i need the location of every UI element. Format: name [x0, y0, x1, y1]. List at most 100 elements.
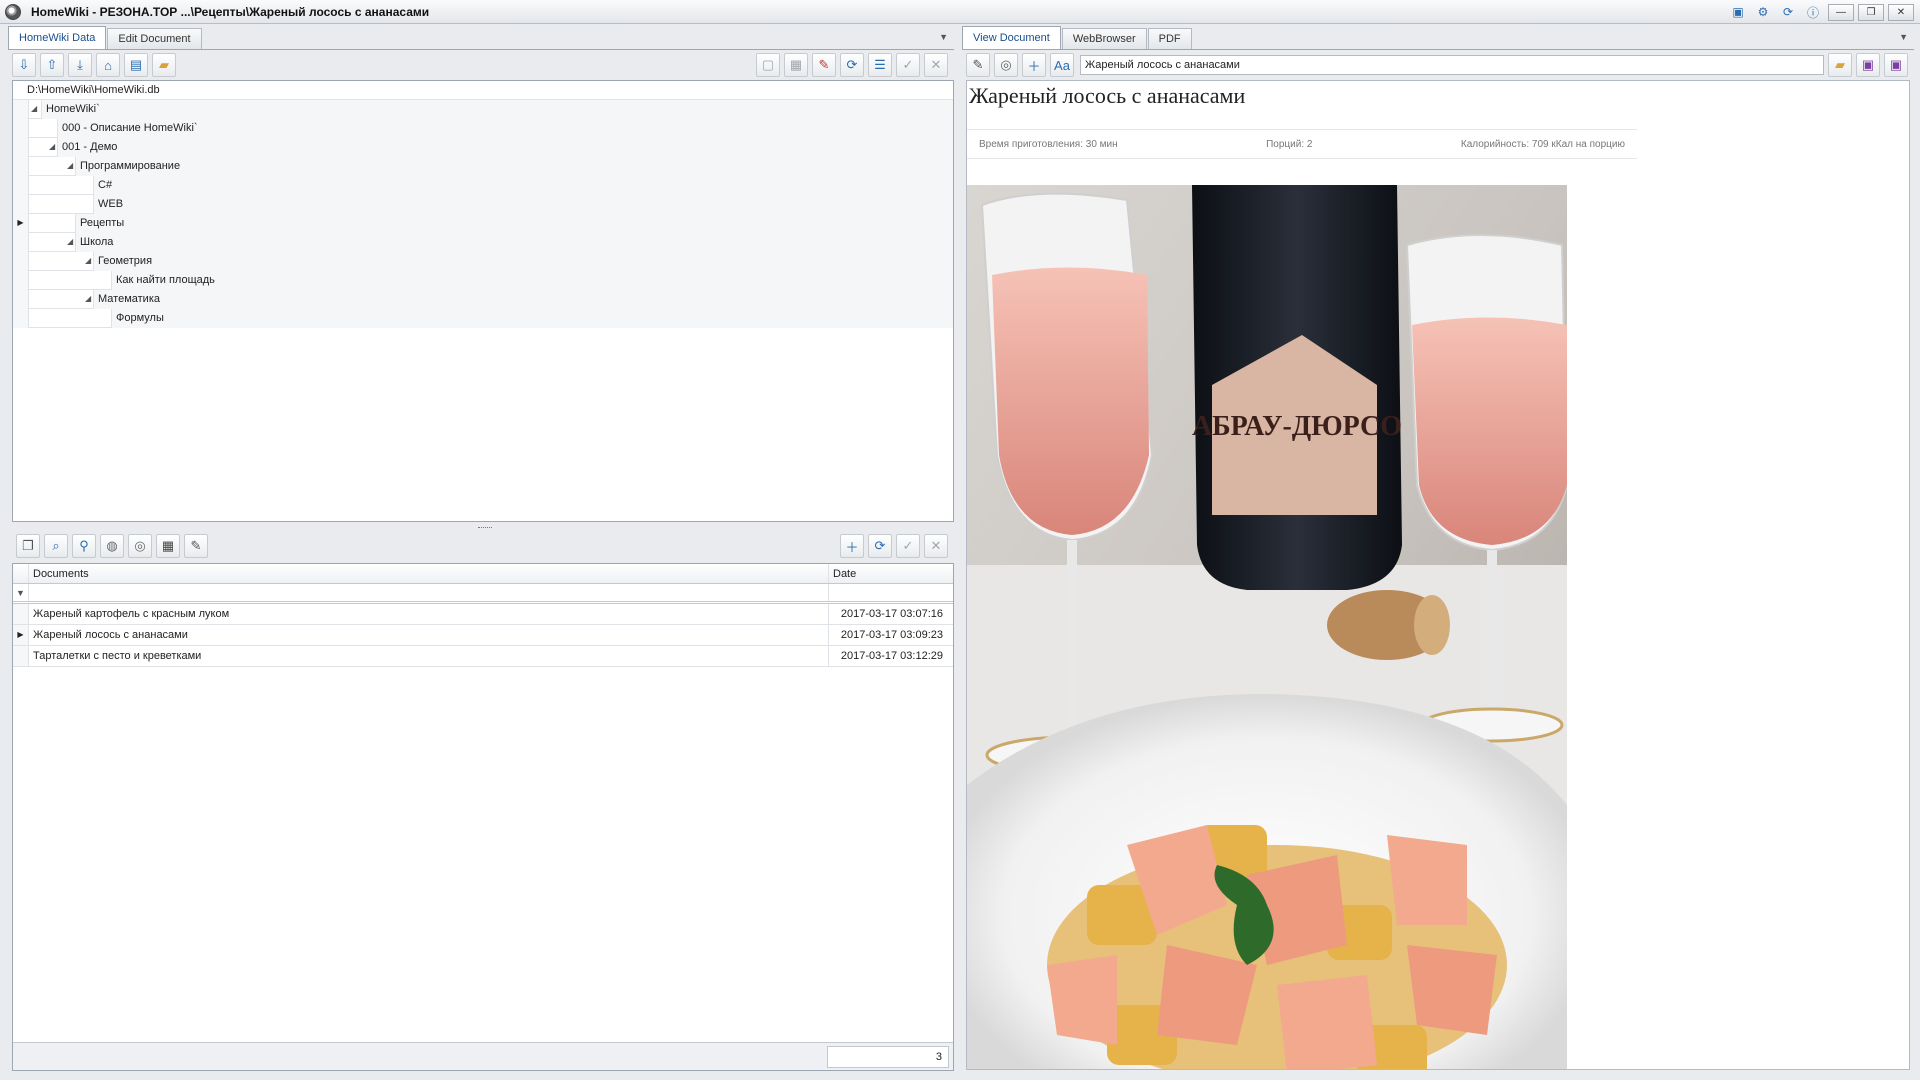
panel-splitter[interactable]: [478, 527, 492, 529]
move-up-icon[interactable]: ⇧: [40, 53, 64, 77]
tree-node-selected[interactable]: ▶ Рецепты: [13, 214, 953, 233]
search-icon[interactable]: ⚲: [72, 534, 96, 558]
row-indicator: [13, 195, 29, 214]
edit-node-icon[interactable]: ✎: [812, 53, 836, 77]
tab-homewiki-data[interactable]: HomeWiki Data: [8, 26, 107, 49]
save-as-icon[interactable]: ▣: [1884, 53, 1908, 77]
document-view: Жареный лосось с ананасами Время пригото…: [966, 80, 1910, 1070]
right-tabbar: View Document WebBrowser PDF ▼: [962, 26, 1914, 50]
open-folder-icon[interactable]: ▰: [1828, 53, 1852, 77]
tree-refresh-icon[interactable]: ⟳: [840, 53, 864, 77]
web-icon[interactable]: ◎: [994, 53, 1018, 77]
web-search-icon[interactable]: ◍: [100, 534, 124, 558]
home-icon[interactable]: ⌂: [96, 53, 120, 77]
tree-toolbar: ⇩ ⇧ ⤓ ⌂ ▤ ▰ ▢ ▦ ✎ ⟳ ☰ ✓ ✕: [8, 50, 954, 80]
documents-delete-icon[interactable]: ✕: [924, 534, 948, 558]
save-icon[interactable]: ▣: [1856, 53, 1880, 77]
row-indicator: [13, 176, 29, 195]
column-header-documents[interactable]: Documents: [29, 564, 829, 583]
download-icon[interactable]: ⤓: [68, 53, 92, 77]
window-title: HomeWiki - РЕЗОНА.ТОР ...\Рецепты\Жарены…: [31, 4, 430, 19]
tree-node[interactable]: ◢ 001 - Демо: [13, 138, 953, 157]
row-indicator: [13, 309, 29, 328]
list-icon[interactable]: ☰: [868, 53, 892, 77]
grid-header: Documents Date: [13, 564, 953, 584]
row-indicator: [13, 604, 29, 624]
row-indicator: [13, 271, 29, 290]
tree-node[interactable]: WEB: [13, 195, 953, 214]
delete-node-icon[interactable]: ✕: [924, 53, 948, 77]
add-document-icon[interactable]: ＋: [840, 534, 864, 558]
edit-document-icon[interactable]: ✎: [184, 534, 208, 558]
document-date-cell: 2017-03-17 03:12:29: [840, 650, 943, 662]
folder-icon[interactable]: ▰: [152, 53, 176, 77]
left-tabbar: HomeWiki Data Edit Document ▼: [8, 26, 954, 50]
open-database-icon[interactable]: ▤: [124, 53, 148, 77]
bottle-label-text: АБРАУ-ДЮРСО: [1192, 411, 1402, 442]
tab-webbrowser[interactable]: WebBrowser: [1061, 28, 1147, 49]
maximize-button[interactable]: ❐: [1858, 3, 1884, 21]
row-indicator: [13, 119, 29, 138]
grid-footer: 3: [13, 1042, 953, 1070]
table-row[interactable]: Жареный картофель с красным луком 2017-0…: [13, 604, 953, 625]
tree-node[interactable]: Как найти площадь: [13, 271, 953, 290]
tree-node[interactable]: ◢ Геометрия: [13, 252, 953, 271]
row-selected-marker-icon: ▶: [13, 214, 29, 233]
tree-node[interactable]: C#: [13, 176, 953, 195]
tab-pdf[interactable]: PDF: [1147, 28, 1192, 49]
tab-view-document[interactable]: View Document: [962, 26, 1061, 49]
tree-node[interactable]: ◢ Школа: [13, 233, 953, 252]
copy-icon[interactable]: ❐: [16, 534, 40, 558]
filter-date-input[interactable]: [829, 584, 953, 601]
refresh-icon[interactable]: ⟳: [1777, 3, 1799, 21]
globe-icon[interactable]: ◎: [128, 534, 152, 558]
tab-edit-document[interactable]: Edit Document: [107, 28, 202, 49]
table-delete-icon[interactable]: ▦: [156, 534, 180, 558]
tree-node-label: Рецепты: [75, 214, 953, 233]
tree-node[interactable]: Формулы: [13, 309, 953, 328]
row-selected-marker-icon: ▶: [13, 625, 29, 645]
db-path: D:\HomeWiki\HomeWiki.db: [13, 81, 953, 100]
row-indicator: [13, 157, 29, 176]
tree-node-label: Школа: [75, 233, 953, 252]
documents-check-icon[interactable]: ✓: [896, 534, 920, 558]
tab-menu-chevron-icon[interactable]: ▼: [939, 32, 948, 42]
row-indicator: [13, 100, 29, 119]
table-row[interactable]: Тарталетки с песто и креветками 2017-03-…: [13, 646, 953, 667]
edit-doc-icon[interactable]: ✎: [966, 53, 990, 77]
tree-node[interactable]: ◢ HomeWiki`: [13, 100, 953, 119]
move-down-icon[interactable]: ⇩: [12, 53, 36, 77]
info-icon[interactable]: ⓘ: [1802, 3, 1824, 21]
tree-node-label: C#: [93, 176, 953, 195]
tab-menu-chevron-icon[interactable]: ▼: [1899, 32, 1908, 42]
category-tree: D:\HomeWiki\HomeWiki.db ◢ HomeWiki` 000 …: [12, 80, 954, 522]
tree-node-label: 000 - Описание HomeWiki`: [57, 119, 953, 138]
document-count: 3: [827, 1046, 949, 1068]
documents-toolbar: ❐ ⌕ ⚲ ◍ ◎ ▦ ✎ ＋ ⟳ ✓ ✕: [12, 531, 954, 561]
table-row-selected[interactable]: ▶ Жареный лосось с ананасами 2017-03-17 …: [13, 625, 953, 646]
add-icon[interactable]: ＋: [1022, 53, 1046, 77]
document-date-cell: 2017-03-17 03:07:16: [840, 608, 943, 620]
recipe-photo: АБРАУ-ДЮРСО: [967, 185, 1567, 1069]
document-address-input[interactable]: Жареный лосось с ананасами: [1080, 55, 1824, 75]
find-icon[interactable]: ⌕: [44, 534, 68, 558]
documents-refresh-icon[interactable]: ⟳: [868, 534, 892, 558]
settings-gear-icon[interactable]: ⚙: [1752, 3, 1774, 21]
tree-node[interactable]: ◢ Программирование: [13, 157, 953, 176]
tree-node[interactable]: 000 - Описание HomeWiki`: [13, 119, 953, 138]
skin-icon[interactable]: ▣: [1727, 3, 1749, 21]
document-title-cell: Жареный картофель с красным луком: [29, 604, 829, 624]
new-node-icon[interactable]: ▢: [756, 53, 780, 77]
tree-node-label: Как найти площадь: [111, 271, 953, 290]
filter-documents-input[interactable]: [29, 584, 829, 601]
tree-node[interactable]: ◢ Математика: [13, 290, 953, 309]
tree-node-label: Формулы: [111, 309, 953, 328]
column-header-date[interactable]: Date: [829, 564, 953, 583]
document-title-cell: Жареный лосось с ананасами: [29, 625, 829, 645]
close-button[interactable]: ✕: [1888, 3, 1914, 21]
properties-icon[interactable]: ▦: [784, 53, 808, 77]
filter-icon[interactable]: ▼: [13, 584, 29, 601]
minimize-button[interactable]: —: [1828, 3, 1854, 21]
check-icon[interactable]: ✓: [896, 53, 920, 77]
font-icon[interactable]: Aa: [1050, 53, 1074, 77]
